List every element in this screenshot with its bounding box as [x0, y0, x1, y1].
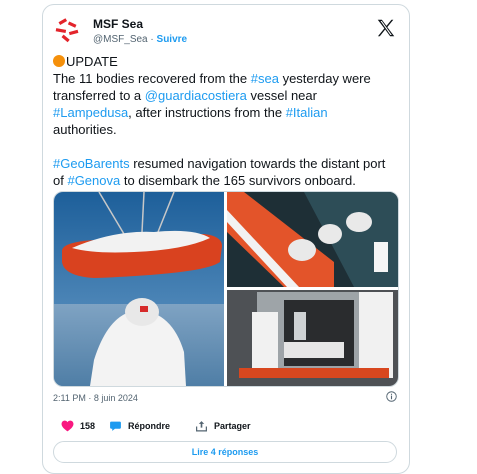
- media-grid: [53, 191, 399, 387]
- media-grid-svg: [54, 192, 398, 386]
- hashtag-italian-link[interactable]: #Italian: [286, 105, 328, 120]
- tweet-text-fragment: The 11 bodies recovered from the: [53, 71, 251, 86]
- share-button[interactable]: Partager: [195, 420, 251, 432]
- tweet-text-fragment: vessel near: [246, 88, 317, 103]
- x-logo-icon[interactable]: [375, 17, 397, 39]
- read-replies-button[interactable]: Lire 4 réponses: [53, 441, 397, 463]
- tweet-timestamp[interactable]: 2:11 PM · 8 juin 2024: [53, 393, 138, 403]
- follow-button[interactable]: Suivre: [157, 34, 188, 45]
- author-handle[interactable]: @MSF_Sea: [93, 34, 148, 45]
- reply-icon: [110, 421, 121, 431]
- msf-logo-icon[interactable]: [53, 17, 83, 45]
- tweet-text-fragment: of: [53, 173, 68, 188]
- separator: ·: [150, 34, 154, 45]
- like-button[interactable]: 158: [61, 420, 95, 432]
- tweet-text-fragment: to disembark the 165 survivors onboard.: [120, 173, 356, 188]
- share-icon: [196, 421, 207, 432]
- info-icon[interactable]: [386, 391, 397, 402]
- tweet-text-fragment: , after instructions from the: [128, 105, 286, 120]
- hashtag-geobarents-link[interactable]: #GeoBarents: [53, 156, 130, 171]
- reply-label: Répondre: [128, 421, 171, 431]
- share-label: Partager: [214, 421, 251, 431]
- tweet-text-fragment: resumed navigation towards the distant p…: [129, 156, 386, 171]
- photo-refrigerated-truck[interactable]: [227, 290, 398, 386]
- author-name[interactable]: MSF Sea: [93, 17, 143, 31]
- author-handle-row: @MSF_Sea · Suivre: [93, 34, 187, 45]
- tweet-text-fragment: authorities.: [53, 122, 117, 137]
- hashtag-sea-link[interactable]: #sea: [251, 71, 279, 86]
- update-label: UPDATE: [66, 54, 118, 69]
- tweet-text: UPDATE The 11 bodies recovered from the …: [53, 53, 401, 189]
- like-count: 158: [80, 421, 96, 431]
- reply-button[interactable]: Répondre: [109, 420, 170, 432]
- hashtag-lampedusa-link[interactable]: #Lampedusa: [53, 105, 128, 120]
- mention-guardiacostiera-link[interactable]: @guardiacostiera: [145, 88, 247, 103]
- photo-stretcher-transfer[interactable]: [54, 192, 224, 386]
- tweet-text-fragment: yesterday were: [278, 71, 371, 86]
- photo-ship-deck[interactable]: [227, 192, 398, 287]
- hashtag-genova-link[interactable]: #Genova: [67, 173, 120, 188]
- tweet-header: MSF Sea @MSF_Sea · Suivre: [53, 15, 399, 51]
- heart-icon: [61, 420, 74, 432]
- tweet-card: MSF Sea @MSF_Sea · Suivre UPDATE The 11 …: [42, 4, 410, 474]
- tweet-text-fragment: transferred to a: [53, 88, 145, 103]
- orange-circle-icon: [53, 55, 65, 67]
